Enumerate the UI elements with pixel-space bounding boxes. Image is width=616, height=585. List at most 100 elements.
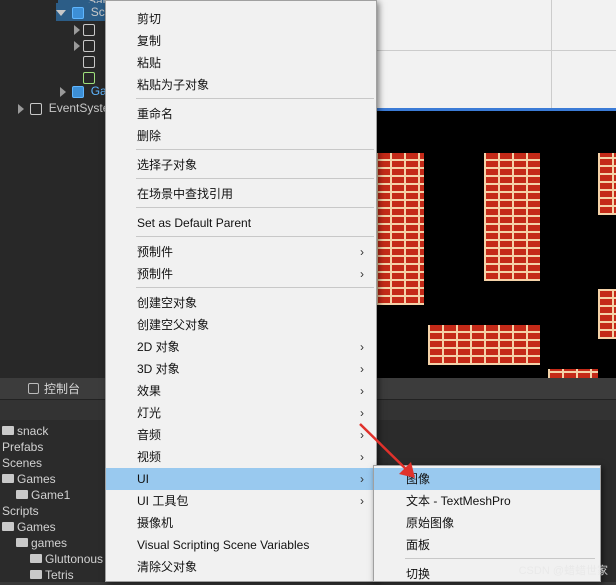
menu-item-label: 复制: [137, 34, 161, 48]
folder-label: Tetris: [45, 568, 74, 582]
menu-item-camera[interactable]: 摄像机: [106, 512, 376, 534]
folder-label: games: [31, 536, 67, 550]
project-folder[interactable]: Games: [2, 471, 56, 487]
brick-wall: [598, 289, 616, 339]
gameobject-icon: [83, 24, 95, 36]
gameobject-icon: [83, 40, 95, 52]
tab-console[interactable]: 控制台: [22, 378, 80, 400]
menu-item-label: 切换: [406, 567, 430, 581]
menu-item-create-empty-parent[interactable]: 创建空父对象: [106, 314, 376, 336]
expand-arrow-icon[interactable]: [18, 104, 24, 114]
menu-item-label: 剪切: [137, 12, 161, 26]
expand-arrow-icon[interactable]: [60, 87, 66, 97]
folder-label: Game1: [31, 488, 70, 502]
chevron-right-icon: ›: [360, 380, 364, 402]
folder-icon: [16, 490, 28, 499]
menu-item-label: 重命名: [137, 107, 173, 121]
folder-label: Games: [17, 520, 56, 534]
menu-item-set-default-parent[interactable]: Set as Default Parent: [106, 212, 376, 234]
expand-arrow-icon[interactable]: [74, 41, 80, 51]
brick-wall: [428, 325, 540, 365]
menu-item-prefab[interactable]: 预制件›: [106, 241, 376, 263]
project-folder[interactable]: Gluttonous: [30, 551, 103, 567]
context-menu: 剪切 复制 粘贴 粘贴为子对象 重命名 删除 选择子对象 在场景中查找引用 Se…: [105, 0, 377, 582]
menu-item-label: UI 工具包: [137, 494, 188, 508]
gameobject-icon: [30, 103, 42, 115]
menu-item-label: 效果: [137, 384, 161, 398]
menu-separator: [136, 287, 374, 288]
menu-separator: [136, 207, 374, 208]
project-folder[interactable]: Scripts: [2, 503, 39, 519]
menu-item-label: 预制件: [137, 245, 173, 259]
folder-icon: [2, 426, 14, 435]
tab-label: 控制台: [44, 382, 80, 396]
project-folder[interactable]: Tetris: [30, 567, 74, 583]
menu-item-label: 粘贴: [137, 56, 161, 70]
chevron-right-icon: ›: [360, 358, 364, 380]
menu-item-prefab-2[interactable]: 预制件›: [106, 263, 376, 285]
menu-item-find-references[interactable]: 在场景中查找引用: [106, 183, 376, 205]
menu-separator: [405, 558, 595, 559]
menu-item-video[interactable]: 视频›: [106, 446, 376, 468]
menu-item-label: 粘贴为子对象: [137, 78, 209, 92]
menu-item-light[interactable]: 灯光›: [106, 402, 376, 424]
menu-item-ui[interactable]: UI›: [106, 468, 376, 490]
menu-item-label: 在场景中查找引用: [137, 187, 233, 201]
submenu-item-text-tmp[interactable]: 文本 - TextMeshPro: [374, 490, 600, 512]
menu-item-audio[interactable]: 音频›: [106, 424, 376, 446]
gameobject-icon: [72, 7, 84, 19]
menu-item-select-children[interactable]: 选择子对象: [106, 154, 376, 176]
menu-separator: [136, 149, 374, 150]
menu-item-label: 2D 对象: [137, 340, 180, 354]
menu-item-label: 灯光: [137, 406, 161, 420]
folder-label: Prefabs: [2, 440, 43, 454]
menu-item-label: 创建空父对象: [137, 318, 209, 332]
menu-item-visual-scripting-variables[interactable]: Visual Scripting Scene Variables: [106, 534, 376, 556]
folder-icon: [2, 522, 14, 531]
project-folder[interactable]: games: [16, 535, 67, 551]
menu-item-create-empty[interactable]: 创建空对象: [106, 292, 376, 314]
menu-item-3d-object[interactable]: 3D 对象 ›: [106, 358, 376, 380]
menu-item-label: Set as Default Parent: [137, 216, 251, 230]
menu-item-label: 3D 对象: [137, 362, 180, 376]
project-folder[interactable]: Games: [2, 519, 56, 535]
folder-label: Games: [17, 472, 56, 486]
expand-arrow-icon[interactable]: [74, 25, 80, 35]
submenu-item-raw-image[interactable]: 原始图像: [374, 512, 600, 534]
menu-item-cut[interactable]: 剪切: [106, 8, 376, 30]
menu-item-label: 摄像机: [137, 516, 173, 530]
brick-wall: [598, 153, 616, 215]
folder-icon: [30, 570, 42, 579]
menu-separator: [136, 178, 374, 179]
expand-arrow-icon[interactable]: [56, 10, 66, 16]
watermark: CSDN @蜡蜡世家: [519, 562, 608, 578]
menu-item-label: 删除: [137, 129, 161, 143]
gameobject-icon: [83, 56, 95, 68]
annotation-arrow-icon: [355, 420, 425, 482]
menu-item-label: UI: [137, 472, 149, 486]
menu-separator: [136, 236, 374, 237]
project-folder[interactable]: Prefabs: [2, 439, 43, 455]
chevron-right-icon: ›: [360, 336, 364, 358]
menu-item-label: 文本 - TextMeshPro: [406, 494, 511, 508]
submenu-item-panel[interactable]: 面板: [374, 534, 600, 556]
brick-wall: [376, 153, 424, 305]
menu-item-paste-as-child[interactable]: 粘贴为子对象: [106, 74, 376, 96]
console-icon: [28, 383, 39, 394]
menu-item-label: 面板: [406, 538, 430, 552]
menu-item-rename[interactable]: 重命名: [106, 103, 376, 125]
menu-item-ui-toolkit[interactable]: UI 工具包›: [106, 490, 376, 512]
menu-item-effects[interactable]: 效果 ›: [106, 380, 376, 402]
game-viewport: [376, 108, 616, 378]
menu-item-2d-object[interactable]: 2D 对象 ›: [106, 336, 376, 358]
menu-item-clear-parent[interactable]: 清除父对象: [106, 556, 376, 578]
menu-item-delete[interactable]: 删除: [106, 125, 376, 147]
chevron-right-icon: ›: [360, 263, 364, 285]
menu-item-copy[interactable]: 复制: [106, 30, 376, 52]
project-folder[interactable]: Game1: [16, 487, 70, 503]
menu-item-paste[interactable]: 粘贴: [106, 52, 376, 74]
project-folder[interactable]: Scenes: [2, 455, 42, 471]
menu-item-label: 音频: [137, 428, 161, 442]
folder-icon: [30, 554, 42, 563]
project-folder[interactable]: snack: [2, 423, 48, 439]
